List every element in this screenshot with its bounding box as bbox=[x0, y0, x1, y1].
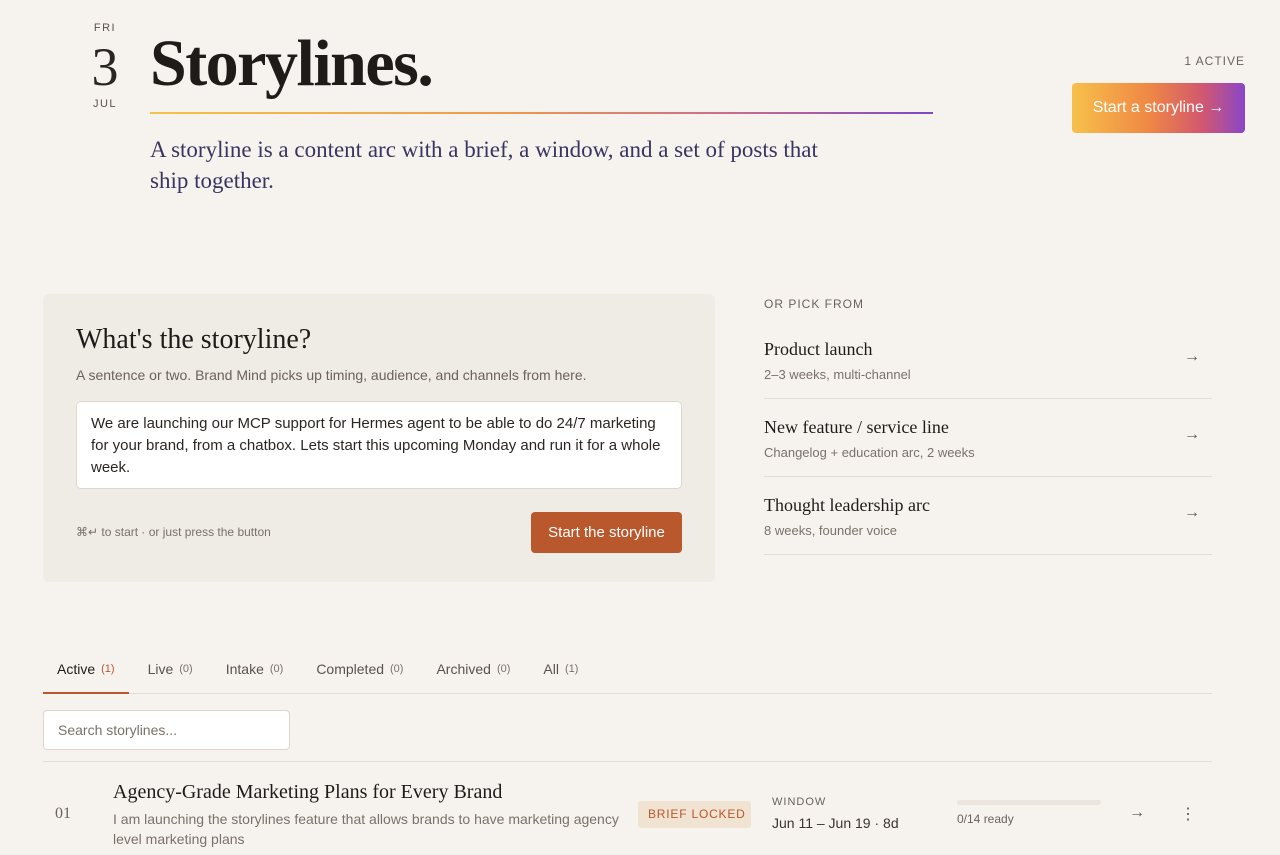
tab-intake[interactable]: Intake (0) bbox=[212, 652, 298, 694]
arrow-right-icon: → bbox=[1184, 426, 1200, 443]
tab-count: (1) bbox=[564, 663, 579, 675]
tab-completed[interactable]: Completed (0) bbox=[302, 652, 417, 694]
tab-count: (1) bbox=[101, 663, 115, 675]
template-desc: 8 weeks, founder voice bbox=[764, 523, 897, 538]
date-day: 3 bbox=[91, 37, 119, 97]
storyline-title: Agency-Grade Marketing Plans for Every B… bbox=[113, 781, 503, 803]
storyline-row[interactable]: 01 Agency-Grade Marketing Plans for Ever… bbox=[43, 762, 1212, 855]
page-subtitle: A storyline is a content arc with a brie… bbox=[150, 137, 818, 193]
tab-label: All bbox=[543, 661, 559, 677]
template-list: Product launch 2–3 weeks, multi-channel … bbox=[764, 321, 1212, 555]
template-name: New feature / service line bbox=[764, 417, 949, 437]
date-month: JUL bbox=[92, 98, 118, 110]
progress-bar bbox=[957, 800, 1101, 805]
window-label: WINDOW bbox=[772, 796, 827, 808]
tab-archived[interactable]: Archived (0) bbox=[422, 652, 524, 694]
tab-label: Active bbox=[57, 661, 96, 677]
storyline-composer: What's the storyline? A sentence or two.… bbox=[43, 294, 715, 582]
composer-heading: What's the storyline? bbox=[76, 324, 312, 355]
template-product-launch[interactable]: Product launch 2–3 weeks, multi-channel … bbox=[764, 321, 1212, 399]
tab-active[interactable]: Active (1) bbox=[43, 652, 129, 694]
storyline-input[interactable] bbox=[76, 401, 682, 489]
tab-live[interactable]: Live (0) bbox=[134, 652, 207, 694]
tab-label: Intake bbox=[225, 661, 264, 677]
composer-hint: A sentence or two. Brand Mind picks up t… bbox=[76, 367, 587, 383]
template-thought-leadership[interactable]: Thought leadership arc 8 weeks, founder … bbox=[764, 477, 1212, 555]
arrow-right-icon: → bbox=[1184, 504, 1200, 521]
date-block: FRI 3 JUL bbox=[84, 22, 126, 110]
row-number: 01 bbox=[55, 805, 71, 822]
template-desc: Changelog + education arc, 2 weeks bbox=[764, 445, 975, 460]
template-desc: 2–3 weeks, multi-channel bbox=[764, 367, 911, 382]
template-new-feature[interactable]: New feature / service line Changelog + e… bbox=[764, 399, 1212, 477]
templates-label: OR PICK FROM bbox=[764, 297, 865, 311]
title-gradient-rule bbox=[150, 112, 933, 114]
storyline-tabs: Active (1) Live (0) Intake (0) Completed (0)… bbox=[43, 652, 1212, 694]
arrow-right-icon[interactable]: → bbox=[1129, 804, 1145, 822]
arrow-right-icon: → bbox=[1184, 348, 1200, 365]
template-name: Thought leadership arc bbox=[764, 495, 930, 515]
page-title: Storylines. bbox=[150, 27, 434, 100]
template-name: Product launch bbox=[764, 339, 873, 359]
tab-count: (0) bbox=[179, 663, 193, 675]
window-value: Jun 11 – Jun 19 · 8d bbox=[772, 815, 899, 831]
kebab-menu-icon[interactable]: ⋮ bbox=[1180, 804, 1196, 824]
search-input[interactable] bbox=[43, 710, 290, 750]
tab-all[interactable]: All (1) bbox=[529, 652, 592, 694]
active-count: 1 ACTIVE bbox=[1184, 54, 1245, 68]
status-badge: BRIEF LOCKED bbox=[638, 801, 751, 828]
date-weekday: FRI bbox=[93, 22, 117, 34]
tab-count: (0) bbox=[269, 663, 284, 675]
tab-label: Completed bbox=[316, 661, 385, 677]
start-the-storyline-button[interactable]: Start the storyline bbox=[531, 512, 682, 553]
tab-label: Live bbox=[147, 661, 174, 677]
ready-count: 0/14 ready bbox=[957, 812, 1014, 826]
storyline-description: I am launching the storylines feature th… bbox=[113, 811, 619, 847]
tab-count: (0) bbox=[390, 663, 404, 675]
start-storyline-button[interactable]: Start a storyline → bbox=[1072, 83, 1245, 133]
shortcut-hint: ⌘↵ to start · or just press the button bbox=[76, 525, 271, 539]
tab-label: Archived bbox=[436, 661, 491, 677]
tab-count: (0) bbox=[496, 663, 511, 675]
